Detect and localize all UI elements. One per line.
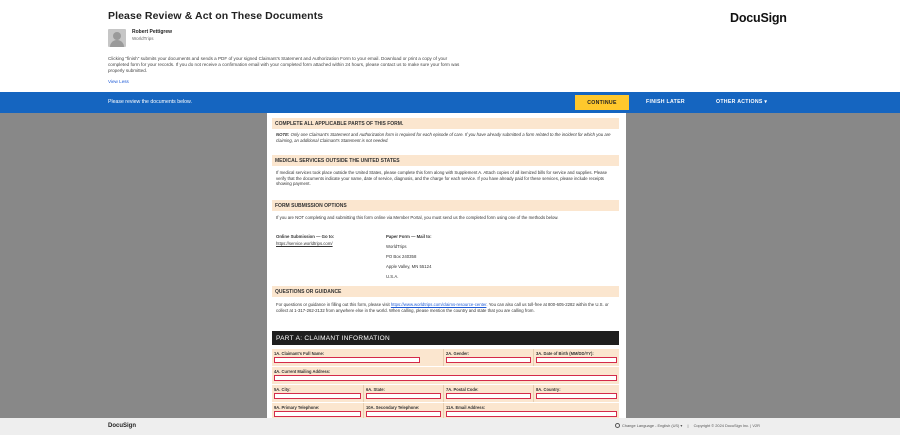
field-label: 5A. City: xyxy=(274,387,291,392)
questions-text-intro: For questions or guidance in filling out… xyxy=(276,302,390,307)
change-language-menu[interactable]: Change Language - English (US) ▾ xyxy=(622,423,682,428)
section-header-questions: QUESTIONS OR GUIDANCE xyxy=(272,286,619,297)
form-cell: 2A. Gender: xyxy=(444,349,534,366)
mail-address-line: Apple Valley, MN 55124 xyxy=(386,264,432,269)
field-label: 7A. Postal Code: xyxy=(446,387,479,392)
field-label: 11A. Email Address: xyxy=(446,405,486,410)
field-label: 4A. Current Mailing Address: xyxy=(274,369,331,374)
field-label: 10A. Secondary Telephone: xyxy=(366,405,420,410)
note-paragraph: NOTE: Only one Claimant's Statement and … xyxy=(276,132,614,143)
submission-options-text: If you are NOT completing and submitting… xyxy=(276,215,559,220)
primary-telephone-input[interactable] xyxy=(274,411,361,417)
paper-form-label: Paper Form — Mail to: xyxy=(386,234,432,239)
postal-code-input[interactable] xyxy=(446,393,531,399)
form-row: 1A. Claimant's Full Name: 2A. Gender: 3A… xyxy=(272,349,619,366)
date-of-birth-input[interactable] xyxy=(536,357,617,363)
field-label: 9A. Primary Telephone: xyxy=(274,405,320,410)
part-a-header: PART A: CLAIMANT INFORMATION xyxy=(272,331,619,345)
view-less-link[interactable]: View Less xyxy=(108,79,129,84)
mail-address-line: WorldTrips xyxy=(386,244,407,249)
field-label: 6A. State: xyxy=(366,387,385,392)
city-input[interactable] xyxy=(274,393,361,399)
secondary-telephone-input[interactable] xyxy=(366,411,441,417)
form-cell: 4A. Current Mailing Address: xyxy=(272,367,619,384)
section-header-submission-options: FORM SUBMISSION OPTIONS xyxy=(272,200,619,211)
field-label: 2A. Gender: xyxy=(446,351,470,356)
globe-icon xyxy=(615,423,620,428)
sender-organization: WorldTrips xyxy=(132,36,154,41)
field-label: 8A. Country: xyxy=(536,387,561,392)
form-cell: 3A. Date of Birth (MM/DD/YY): xyxy=(534,349,619,366)
document-page: COMPLETE ALL APPLICABLE PARTS OF THIS FO… xyxy=(267,113,626,418)
note-label: NOTE: xyxy=(276,132,290,137)
form-cell: 5A. City: xyxy=(272,385,364,402)
form-row: 9A. Primary Telephone: 10A. Secondary Te… xyxy=(272,403,619,418)
action-bar-message: Please review the documents below. xyxy=(108,99,192,105)
footer-separator: | xyxy=(687,423,689,428)
claims-resource-center-link[interactable]: https://www.worldtrips.com/claims-resour… xyxy=(391,302,487,307)
form-row: 4A. Current Mailing Address: xyxy=(272,367,619,384)
mailing-address-input[interactable] xyxy=(274,375,617,381)
other-actions-menu[interactable]: OTHER ACTIONS ▾ xyxy=(716,99,767,105)
section-header-medical-services: MEDICAL SERVICES OUTSIDE THE UNITED STAT… xyxy=(272,155,619,166)
action-bar: Please review the documents below. CONTI… xyxy=(0,92,900,113)
email-address-input[interactable] xyxy=(446,411,617,417)
form-cell: 6A. State: xyxy=(364,385,444,402)
form-row: 5A. City: 6A. State: 7A. Postal Code: 8A… xyxy=(272,385,619,402)
finish-later-button[interactable]: FINISH LATER xyxy=(646,99,685,105)
sender-name: Robert Pettigrew xyxy=(132,29,173,35)
country-input[interactable] xyxy=(536,393,617,399)
form-cell: 9A. Primary Telephone: xyxy=(272,403,364,418)
form-cell: 7A. Postal Code: xyxy=(444,385,534,402)
form-cell: 11A. Email Address: xyxy=(444,403,619,418)
footer-links: Change Language - English (US) ▾ | Copyr… xyxy=(615,423,760,428)
form-cell: 10A. Secondary Telephone: xyxy=(364,403,444,418)
continue-button[interactable]: CONTINUE xyxy=(575,95,629,110)
section-header-applicable-parts: COMPLETE ALL APPLICABLE PARTS OF THIS FO… xyxy=(272,118,619,129)
field-label: 1A. Claimant's Full Name: xyxy=(274,351,325,356)
field-label: 3A. Date of Birth (MM/DD/YY): xyxy=(536,351,594,356)
docusign-logo: DocuSign xyxy=(730,11,787,25)
state-input[interactable] xyxy=(366,393,441,399)
copyright-text: Copyright © 2024 DocuSign Inc. | V2R xyxy=(693,423,760,428)
mail-address-line: U.S.A. xyxy=(386,274,399,279)
mail-address-line: PO Box 240358 xyxy=(386,254,417,259)
online-submission-label: Online Submission — Go to: xyxy=(276,234,335,239)
footer: DocuSign Change Language - English (US) … xyxy=(0,418,900,435)
note-text: Only one Claimant's Statement and Author… xyxy=(276,132,611,143)
form-cell: 8A. Country: xyxy=(534,385,619,402)
claimant-full-name-input[interactable] xyxy=(274,357,420,363)
sender-avatar xyxy=(108,29,126,47)
header: Please Review & Act on These Documents D… xyxy=(0,0,900,92)
document-viewer[interactable]: COMPLETE ALL APPLICABLE PARTS OF THIS FO… xyxy=(0,113,900,418)
footer-logo: DocuSign xyxy=(108,423,136,429)
envelope-message: Clicking "finish" submits your documents… xyxy=(108,56,460,74)
online-submission-link[interactable]: https://service.worldtrips.com/ xyxy=(276,241,333,246)
questions-text: For questions or guidance in filling out… xyxy=(276,302,614,313)
gender-input[interactable] xyxy=(446,357,531,363)
form-cell: 1A. Claimant's Full Name: xyxy=(272,349,444,366)
medical-services-text: If medical services took place outside t… xyxy=(276,170,608,187)
page-title: Please Review & Act on These Documents xyxy=(108,10,324,22)
